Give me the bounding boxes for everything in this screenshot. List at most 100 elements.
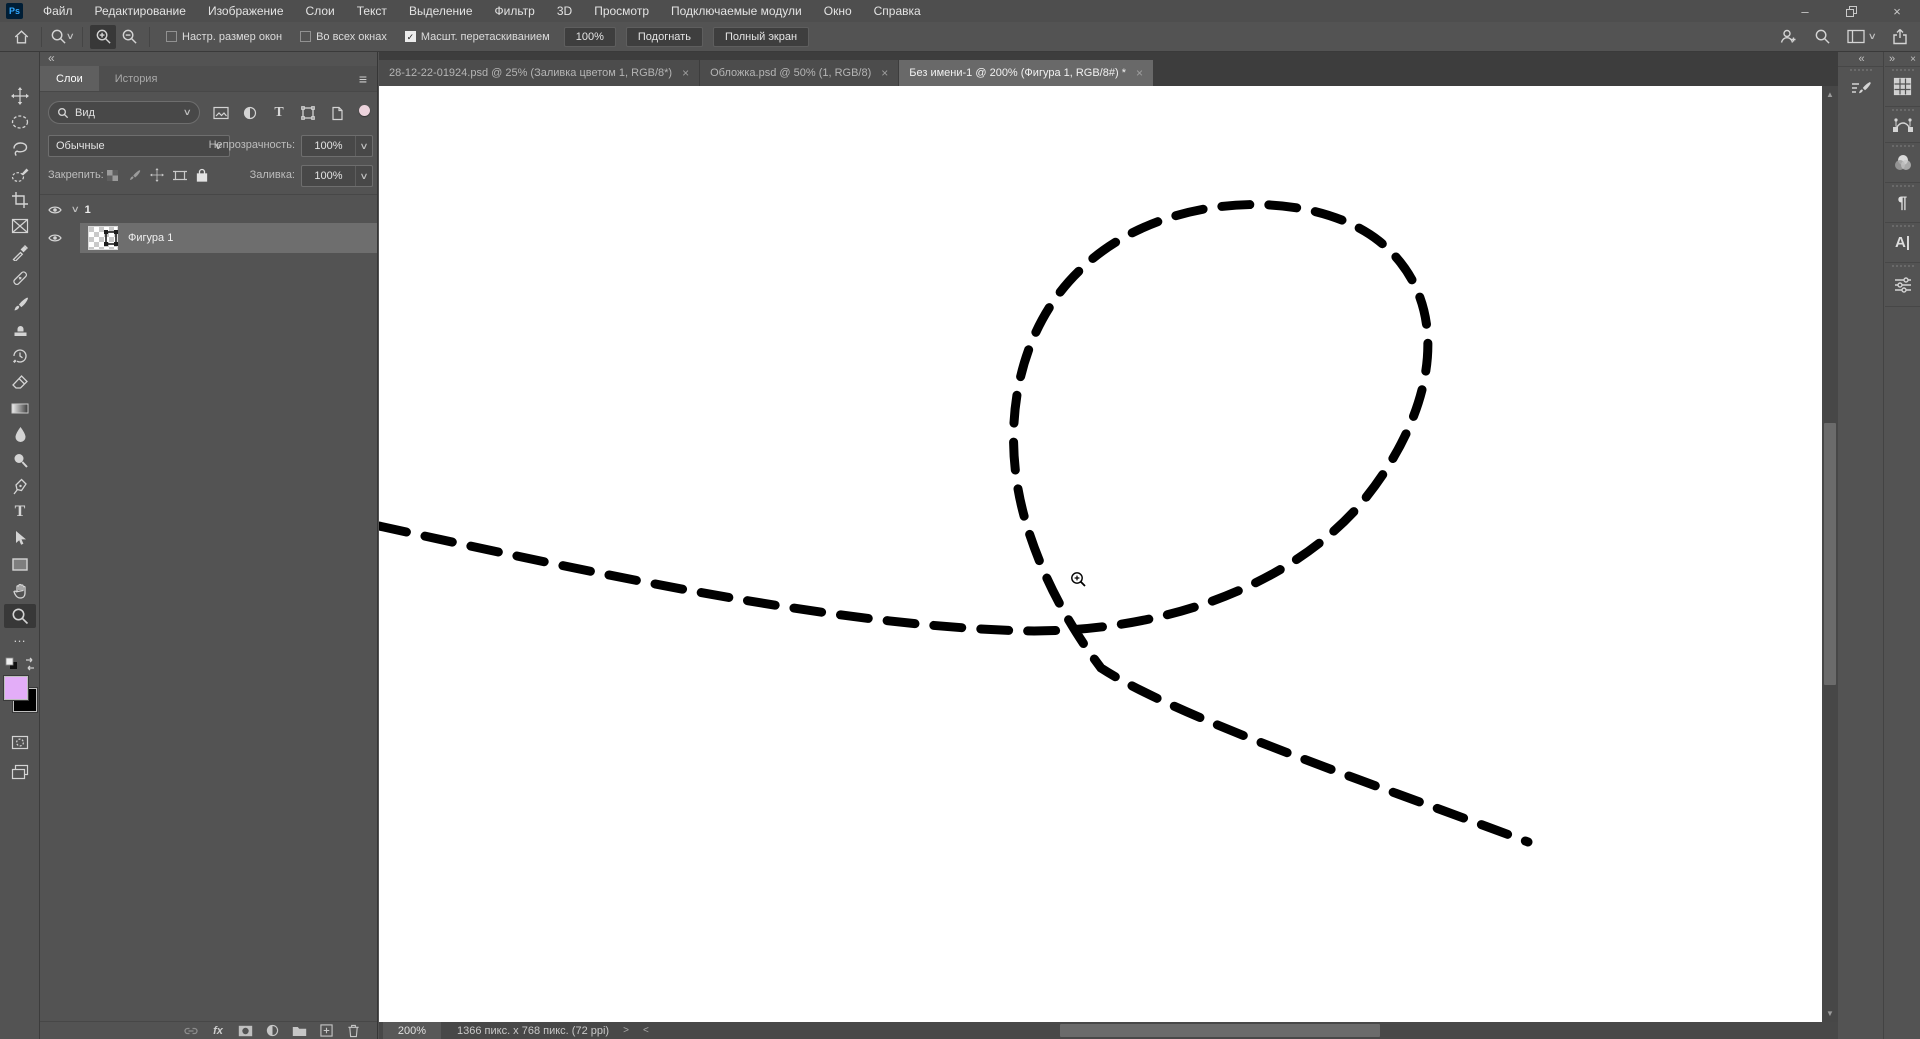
menu-item-layers[interactable]: Слои (295, 0, 346, 22)
new-adjustment-layer-button[interactable] (264, 1024, 280, 1037)
blend-mode-select[interactable]: Обычные ∨ (48, 135, 230, 157)
filter-adjustment-button[interactable] (239, 103, 261, 123)
filter-shape-button[interactable] (297, 103, 319, 123)
minimize-button[interactable]: – (1782, 0, 1828, 22)
link-layers-button[interactable] (183, 1026, 199, 1036)
tool-hand[interactable] (4, 578, 36, 602)
tool-rectangle[interactable] (4, 552, 36, 576)
vertical-scrollbar-thumb[interactable] (1824, 423, 1836, 685)
layer-thumbnail[interactable] (88, 226, 118, 250)
fill-value[interactable]: 100% (302, 166, 356, 186)
visibility-toggle[interactable] (40, 233, 70, 243)
menu-item-filter[interactable]: Фильтр (484, 0, 546, 22)
tool-move[interactable] (4, 84, 36, 108)
filter-type-button[interactable]: T (268, 103, 290, 123)
tool-blur[interactable] (4, 422, 36, 446)
lock-all-icon[interactable] (196, 168, 208, 182)
expand-panels-icon[interactable]: « (1838, 52, 1883, 66)
checkbox-icon[interactable] (300, 31, 312, 42)
scrubby-zoom-checkbox[interactable]: ✓ Масшт. перетаскиванием (404, 31, 550, 43)
panel-button-paragraph[interactable]: ¶ (1885, 182, 1920, 222)
menu-item-help[interactable]: Справка (863, 0, 932, 22)
close-window-button[interactable]: × (1874, 0, 1920, 22)
tool-type[interactable]: T (4, 500, 36, 524)
status-back-icon[interactable]: < (643, 1025, 649, 1036)
panel-button-swatches[interactable] (1885, 66, 1920, 106)
menu-item-type[interactable]: Текст (346, 0, 398, 22)
document-tab[interactable]: Обложка.psd @ 50% (1, RGB/8) × (700, 60, 899, 86)
tool-history-brush[interactable] (4, 344, 36, 368)
zoom-tool-preset[interactable]: ∨ (49, 25, 75, 49)
tool-healing-brush[interactable] (4, 266, 36, 290)
full-screen-button[interactable]: Полный экран (712, 26, 810, 47)
chevron-down-icon[interactable]: ∨ (353, 171, 375, 182)
filter-smart-object-button[interactable] (326, 103, 348, 123)
checkbox-icon[interactable]: ✓ (404, 31, 416, 42)
scroll-up-icon[interactable]: ▲ (1822, 90, 1838, 99)
collapse-panels-icon[interactable]: « (48, 52, 55, 66)
tool-eyedropper[interactable] (4, 240, 36, 264)
horizontal-scrollbar-thumb[interactable] (1060, 1024, 1380, 1037)
new-layer-button[interactable] (318, 1024, 334, 1037)
quick-mask-button[interactable] (4, 730, 36, 754)
tool-brush[interactable] (4, 292, 36, 316)
menu-item-select[interactable]: Выделение (398, 0, 484, 22)
status-forward-icon[interactable]: > (623, 1025, 629, 1036)
workspace-switcher[interactable]: ∨ (1847, 29, 1877, 44)
menu-item-image[interactable]: Изображение (197, 0, 295, 22)
tool-eraser[interactable] (4, 370, 36, 394)
actual-size-button[interactable]: 100% (563, 26, 616, 47)
scroll-down-icon[interactable]: ▼ (1822, 1009, 1838, 1018)
menu-item-edit[interactable]: Редактирование (84, 0, 197, 22)
close-tab-icon[interactable]: × (682, 66, 689, 80)
menu-item-plugins[interactable]: Подключаемые модули (660, 0, 813, 22)
fill-field[interactable]: 100% ∨ (301, 165, 373, 187)
delete-layer-button[interactable] (345, 1024, 361, 1038)
edit-toolbar-button[interactable]: … (0, 630, 40, 645)
tool-lasso[interactable] (4, 136, 36, 160)
visibility-toggle[interactable] (40, 205, 70, 215)
zoom-out-button[interactable] (116, 25, 142, 49)
filter-image-button[interactable] (210, 103, 232, 123)
group-name[interactable]: 1 (85, 204, 91, 216)
panel-button-character[interactable]: A| (1885, 222, 1920, 262)
panel-button-paths[interactable] (1885, 106, 1920, 142)
tool-crop[interactable] (4, 188, 36, 212)
panel-button-color[interactable] (1885, 142, 1920, 182)
close-tab-icon[interactable]: × (881, 66, 888, 80)
tool-ellipse-marquee[interactable] (4, 110, 36, 134)
document-canvas[interactable] (379, 86, 1822, 1022)
zoom-level-field[interactable]: 200% (383, 1022, 441, 1039)
tool-gradient[interactable] (4, 396, 36, 420)
checkbox-icon[interactable] (166, 31, 177, 42)
search-icon[interactable] (1814, 28, 1831, 45)
panel-button-properties[interactable] (1885, 262, 1920, 306)
collapse-dock-icon[interactable]: » (1889, 53, 1895, 65)
lock-pixels-icon[interactable] (128, 169, 141, 182)
layer-row-shape[interactable]: Фигура 1 (40, 223, 377, 253)
default-colors-control[interactable] (4, 656, 36, 672)
filter-toggle-light[interactable] (359, 105, 370, 116)
group-expand-icon[interactable]: ∨ (71, 204, 80, 215)
tool-path-selection[interactable] (4, 526, 36, 550)
tool-frame[interactable] (4, 214, 36, 238)
menu-item-file[interactable]: Файл (32, 0, 84, 22)
vertical-scrollbar[interactable]: ▲ ▼ (1822, 86, 1838, 1022)
menu-item-view[interactable]: Просмотр (583, 0, 660, 22)
new-group-button[interactable] (291, 1025, 307, 1037)
share-icon[interactable] (1892, 28, 1908, 45)
zoom-in-button[interactable] (90, 24, 116, 49)
tool-dodge[interactable] (4, 448, 36, 472)
tool-pen[interactable] (4, 474, 36, 498)
zoom-all-windows-checkbox[interactable]: Во всех окнах (300, 31, 387, 43)
opacity-value[interactable]: 100% (302, 136, 356, 156)
fit-screen-button[interactable]: Подогнать (625, 26, 703, 47)
layer-style-button[interactable]: fx (210, 1025, 226, 1037)
close-tab-icon[interactable]: × (1136, 66, 1143, 80)
tool-zoom[interactable] (4, 604, 36, 628)
tab-layers[interactable]: Слои (40, 66, 99, 91)
resize-windows-checkbox[interactable]: Настр. размер окон (166, 31, 282, 43)
document-tab-active[interactable]: Без имени-1 @ 200% (Фигура 1, RGB/8#) * … (899, 60, 1153, 86)
menu-item-window[interactable]: Окно (813, 0, 863, 22)
account-icon[interactable] (1779, 28, 1798, 46)
